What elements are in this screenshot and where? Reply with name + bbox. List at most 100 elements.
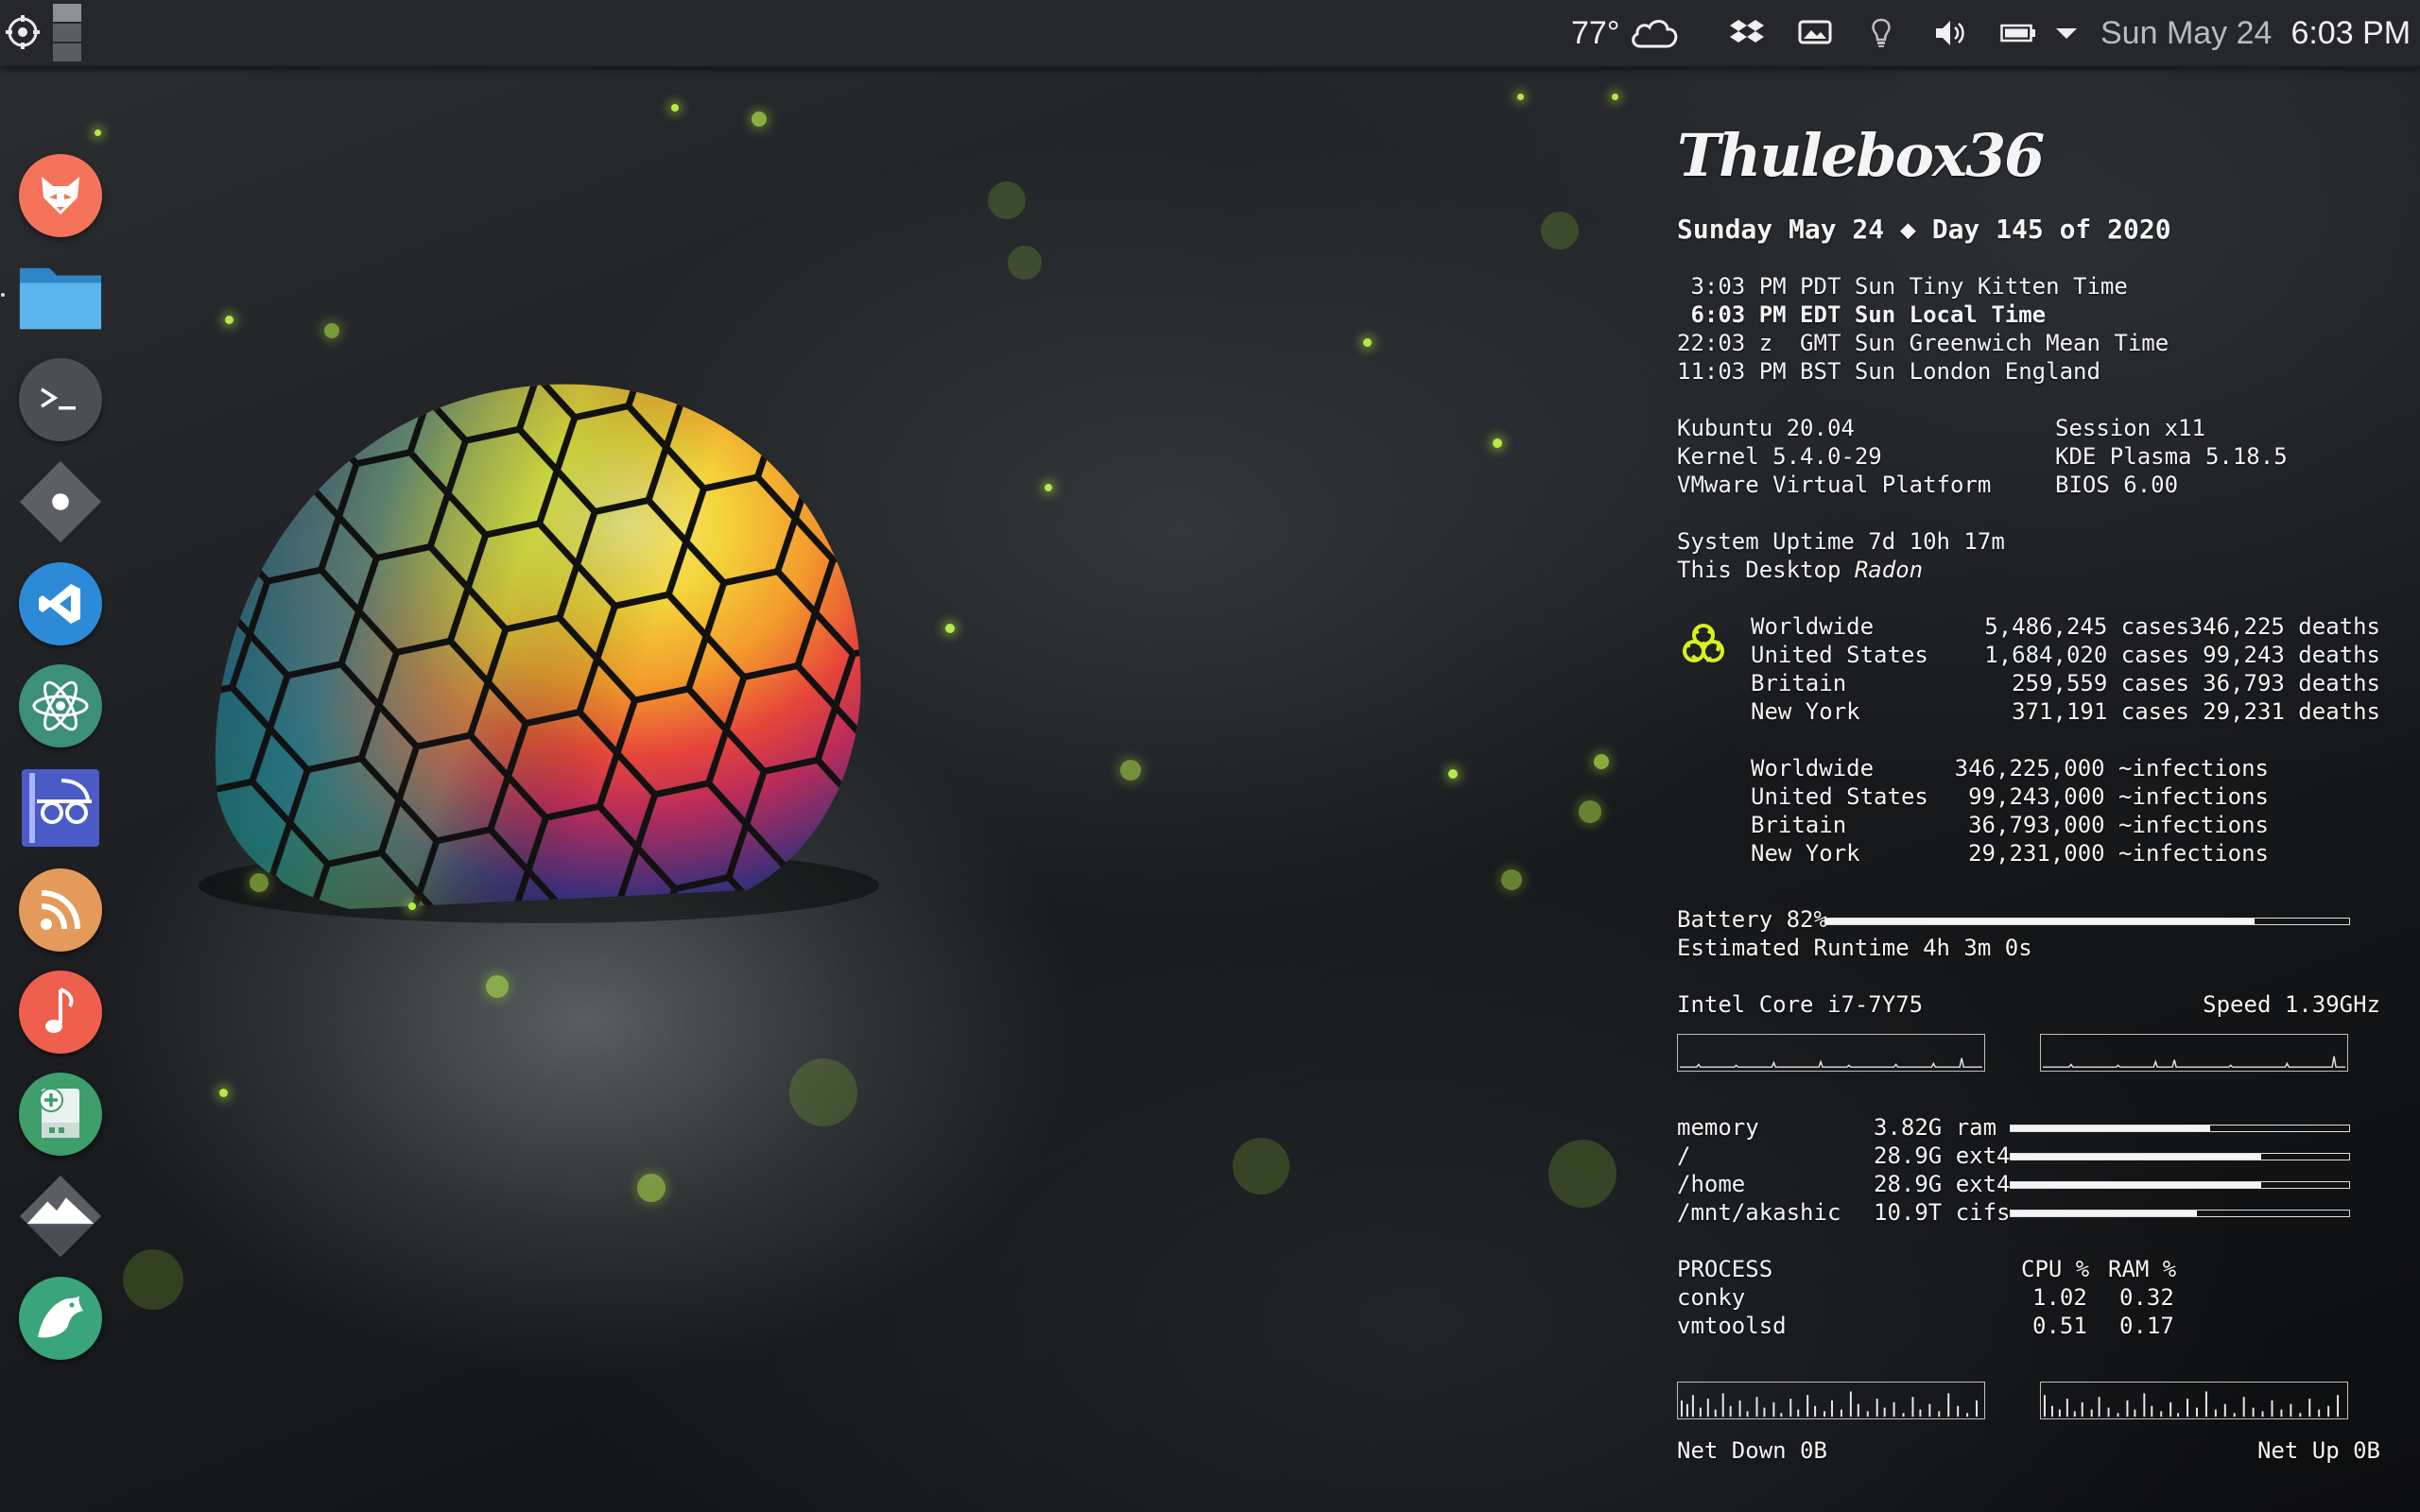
platform: VMware Virtual Platform xyxy=(1677,472,1992,498)
dock-item-dragon[interactable] xyxy=(18,1276,103,1361)
desktop-2[interactable] xyxy=(53,24,81,42)
weather-widget[interactable]: 77° xyxy=(1571,0,1680,66)
desktop-1[interactable] xyxy=(53,4,81,22)
storage-name: / xyxy=(1677,1143,1691,1169)
zone-line-local: 6:03 PM EDT Sun Local Time xyxy=(1677,301,2047,328)
dock-item-terminal[interactable] xyxy=(18,357,103,442)
dock-item-firefox[interactable] xyxy=(18,153,103,238)
infection-value: 36,793,000 ~infections xyxy=(1968,812,2269,838)
dock-item-files[interactable] xyxy=(18,255,103,340)
cpu-header: CPU % xyxy=(2021,1256,2090,1282)
application-launcher-button[interactable] xyxy=(6,15,40,49)
net-up-graph xyxy=(2040,1382,2348,1419)
storage-size: 3.82G ram xyxy=(1874,1114,1997,1141)
clock-widget[interactable]: Sun May 24 6:03 PM xyxy=(2100,0,2411,66)
storage-name: /mnt/akashic xyxy=(1677,1199,1841,1226)
night-light-tray[interactable] xyxy=(1870,0,1893,66)
firefly xyxy=(408,902,416,910)
top-panel: 77° Sun May 24 6:03 PM xyxy=(0,0,2420,68)
dock-item-music[interactable] xyxy=(18,970,103,1055)
infection-region: New York xyxy=(1751,840,1860,867)
storage-bar-fill xyxy=(2011,1182,2261,1188)
dock-item-settings[interactable] xyxy=(18,459,103,544)
process-header: PROCESS xyxy=(1677,1256,1773,1282)
hostname: Thulebox36 xyxy=(1677,121,2045,190)
process-name: conky xyxy=(1677,1284,1746,1311)
covid-cases: 1,684,020 cases xyxy=(1984,642,2189,668)
session-type: Session x11 xyxy=(2055,415,2205,441)
temperature-text: 77° xyxy=(1571,14,1620,51)
dock-item-vscode[interactable] xyxy=(18,561,103,646)
dragon-icon xyxy=(19,1277,102,1360)
covid-region: United States xyxy=(1751,642,1928,668)
drive-add-icon xyxy=(19,1073,102,1156)
display-tray[interactable] xyxy=(1798,0,1832,66)
storage-name: /home xyxy=(1677,1171,1746,1197)
storage-bar xyxy=(2010,1181,2350,1189)
desktop-3[interactable] xyxy=(53,43,81,61)
dock-item-mountain[interactable] xyxy=(18,1174,103,1259)
storage-bar-fill xyxy=(2011,1125,2211,1131)
vscode-icon xyxy=(19,562,102,645)
firefly xyxy=(95,129,101,136)
dock-item-atom[interactable] xyxy=(18,663,103,748)
battery-tray[interactable] xyxy=(2000,0,2036,66)
bokeh-light xyxy=(1541,212,1579,249)
firefly xyxy=(1448,769,1458,779)
os-version: Kubuntu 20.04 xyxy=(1677,415,1855,441)
biohazard-icon xyxy=(1683,624,1724,662)
firefly xyxy=(1045,484,1052,491)
cpu-speed: Speed 1.39GHz xyxy=(2203,991,2380,1018)
dock-item-rss[interactable] xyxy=(18,868,103,953)
active-app-indicator xyxy=(1,293,5,297)
dock-item-reader[interactable] xyxy=(18,765,103,850)
process-cpu: 1.02 xyxy=(2032,1284,2087,1311)
bokeh-light xyxy=(988,181,1026,219)
covid-cases: 5,486,245 cases xyxy=(1984,613,2189,640)
firefly xyxy=(752,112,767,127)
storage-bar-fill xyxy=(2011,1154,2261,1160)
tray-expand-button[interactable] xyxy=(2055,0,2078,66)
covid-cases: 371,191 cases xyxy=(2012,698,2189,725)
bokeh-light xyxy=(123,1249,183,1310)
ram-header: RAM % xyxy=(2108,1256,2177,1282)
dropbox-tray[interactable] xyxy=(1730,0,1764,66)
storage-name: memory xyxy=(1677,1114,1759,1141)
process-cpu: 0.51 xyxy=(2032,1313,2087,1339)
plasma-version: KDE Plasma 5.18.5 xyxy=(2055,443,2288,470)
volume-tray[interactable] xyxy=(1934,0,1968,66)
firefly xyxy=(250,873,268,892)
storage-bar xyxy=(2010,1153,2350,1160)
cpu-graph-1 xyxy=(1677,1034,1985,1072)
infection-value: 99,243,000 ~infections xyxy=(1968,783,2269,810)
dock-item-disk-creator[interactable] xyxy=(18,1072,103,1157)
firefly xyxy=(1594,754,1609,769)
firefly xyxy=(219,1089,228,1097)
bokeh-light xyxy=(1548,1140,1616,1208)
storage-size: 28.9G ext4 xyxy=(1874,1171,2011,1197)
chevron-down-icon xyxy=(2056,28,2077,39)
covid-deaths: 99,243 deaths xyxy=(2203,642,2380,668)
battery-label: Battery 82% xyxy=(1677,906,1827,933)
display-icon xyxy=(1798,20,1832,44)
infection-value: 346,225,000 ~infections xyxy=(1954,755,2269,782)
uptime: System Uptime 7d 10h 17m xyxy=(1677,528,2005,555)
bulb-icon xyxy=(1872,18,1891,47)
storage-size: 28.9G ext4 xyxy=(1874,1143,2011,1169)
firefly xyxy=(1612,94,1618,100)
covid-deaths: 346,225 deaths xyxy=(2188,613,2380,640)
date-line: Sunday May 24 ◆ Day 145 of 2020 xyxy=(1677,214,2171,245)
zone-line: 3:03 PM PDT Sun Tiny Kitten Time xyxy=(1677,273,2128,300)
cpu-graph-2 xyxy=(2040,1034,2348,1072)
kde-gear-icon xyxy=(6,15,40,49)
infection-region: Worldwide xyxy=(1751,755,1875,782)
time-text: 6:03 PM xyxy=(2290,14,2411,51)
desktop-label: This Desktop xyxy=(1677,557,1855,583)
firefly xyxy=(1493,438,1502,448)
net-down-label: Net Down 0B xyxy=(1677,1437,1827,1464)
bios-version: BIOS 6.00 xyxy=(2055,472,2179,498)
music-note-icon xyxy=(19,971,102,1054)
desktop-line: This Desktop Radon xyxy=(1677,556,1923,584)
process-ram: 0.32 xyxy=(2119,1284,2174,1311)
virtual-desktop-pager[interactable] xyxy=(53,4,81,62)
